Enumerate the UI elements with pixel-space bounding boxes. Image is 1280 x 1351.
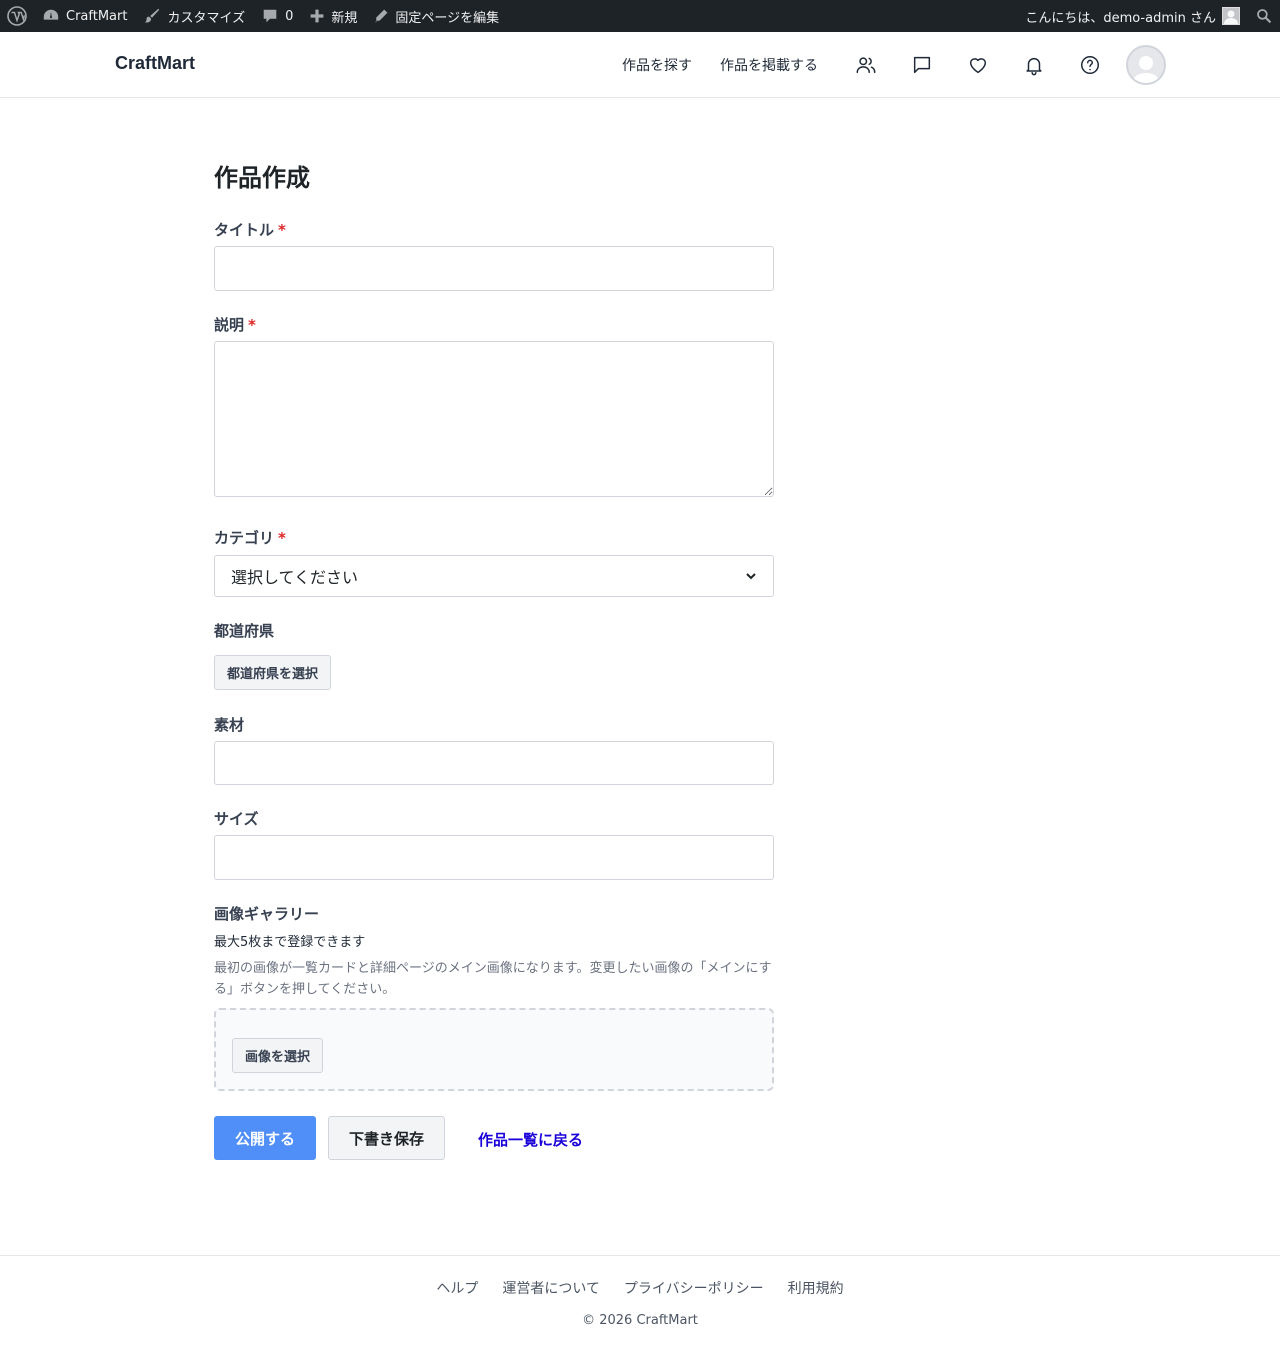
admin-avatar xyxy=(1222,7,1240,25)
title-label-text: タイトル xyxy=(214,221,275,239)
wordpress-logo-icon[interactable] xyxy=(0,0,34,32)
gallery-limit-text: 最大5枚まで登録できます xyxy=(214,935,366,950)
gallery-dropzone[interactable]: 画像を選択 xyxy=(214,1008,774,1091)
admin-comments-count: 0 xyxy=(285,8,294,24)
pencil-icon xyxy=(375,9,388,23)
gallery-select-button[interactable]: 画像を選択 xyxy=(232,1038,324,1073)
title-label: タイトル * xyxy=(214,219,286,240)
admin-new-label: 新規 xyxy=(331,10,358,26)
page-title: 作品作成 xyxy=(214,164,310,192)
material-input[interactable] xyxy=(214,741,774,785)
footer-link-about[interactable]: 運営者について xyxy=(502,1278,600,1298)
admin-customize-link[interactable]: カスタマイズ xyxy=(135,0,253,32)
nav-browse-link[interactable]: 作品を探す xyxy=(622,55,692,75)
admin-greeting: こんにちは、demo-admin さん xyxy=(1025,10,1216,26)
publish-button[interactable]: 公開する xyxy=(214,1116,316,1160)
nav-post-link[interactable]: 作品を掲載する xyxy=(720,55,818,75)
category-selected-value: 選択してください xyxy=(231,568,359,587)
message-icon[interactable] xyxy=(894,45,950,85)
site-header: CraftMart 作品を探す 作品を掲載する xyxy=(0,32,1280,98)
description-label-text: 説明 xyxy=(214,316,245,334)
required-mark: * xyxy=(248,316,256,334)
required-mark: * xyxy=(278,221,286,239)
heart-icon[interactable] xyxy=(950,45,1006,85)
site-footer: ヘルプ 運営者について プライバシーポリシー 利用規約 © 2026 Craft… xyxy=(0,1255,1280,1351)
brush-icon xyxy=(145,8,160,23)
admin-edit-page-label: 固定ページを編集 xyxy=(395,10,500,26)
admin-site-link[interactable]: CraftMart xyxy=(34,0,135,32)
admin-bar: CraftMart カスタマイズ 0 新規 固定ページを編集 こんにちは、dem… xyxy=(0,0,1280,32)
material-label: 素材 xyxy=(214,716,245,734)
plus-icon xyxy=(310,9,324,23)
back-to-list-link[interactable]: 作品一覧に戻る xyxy=(478,1129,583,1150)
admin-site-name: CraftMart xyxy=(66,8,128,24)
save-draft-button[interactable]: 下書き保存 xyxy=(328,1116,445,1160)
main-nav: 作品を探す 作品を掲載する xyxy=(622,32,1166,97)
chevron-down-icon xyxy=(746,573,756,580)
footer-links: ヘルプ 運営者について プライバシーポリシー 利用規約 xyxy=(0,1278,1280,1298)
gallery-help-text: 最初の画像が一覧カードと詳細ページのメイン画像になります。変更したい画像の「メイ… xyxy=(214,961,772,997)
gallery-label: 画像ギャラリー xyxy=(214,905,320,923)
size-label: サイズ xyxy=(214,810,259,828)
comment-icon xyxy=(263,9,277,23)
bell-icon[interactable] xyxy=(1006,45,1062,85)
footer-link-privacy[interactable]: プライバシーポリシー xyxy=(624,1278,764,1298)
prefecture-label: 都道府県 xyxy=(214,622,275,640)
category-label-text: カテゴリ xyxy=(214,529,275,547)
admin-edit-page-link[interactable]: 固定ページを編集 xyxy=(365,0,507,32)
admin-search-icon[interactable] xyxy=(1248,0,1280,32)
footer-link-terms[interactable]: 利用規約 xyxy=(788,1278,844,1298)
prefecture-select-button[interactable]: 都道府県を選択 xyxy=(214,655,332,690)
admin-account-menu[interactable]: こんにちは、demo-admin さん xyxy=(1017,0,1248,32)
required-mark: * xyxy=(278,529,286,547)
user-avatar[interactable] xyxy=(1126,44,1166,85)
help-icon[interactable] xyxy=(1062,45,1118,85)
admin-customize-label: カスタマイズ xyxy=(167,10,246,26)
users-icon[interactable] xyxy=(838,45,894,85)
category-label: カテゴリ * xyxy=(214,527,286,548)
category-select[interactable]: 選択してください xyxy=(214,555,774,597)
admin-new-link[interactable]: 新規 xyxy=(301,0,365,32)
title-input[interactable] xyxy=(214,246,774,291)
site-logo[interactable]: CraftMart xyxy=(115,53,195,74)
size-input[interactable] xyxy=(214,835,774,880)
description-textarea[interactable] xyxy=(214,341,774,497)
description-label: 説明 * xyxy=(214,314,256,335)
footer-link-help[interactable]: ヘルプ xyxy=(436,1278,478,1298)
dashboard-icon xyxy=(43,9,59,20)
admin-comments-link[interactable]: 0 xyxy=(253,0,301,32)
copyright-text: © 2026 CraftMart xyxy=(582,1313,698,1328)
